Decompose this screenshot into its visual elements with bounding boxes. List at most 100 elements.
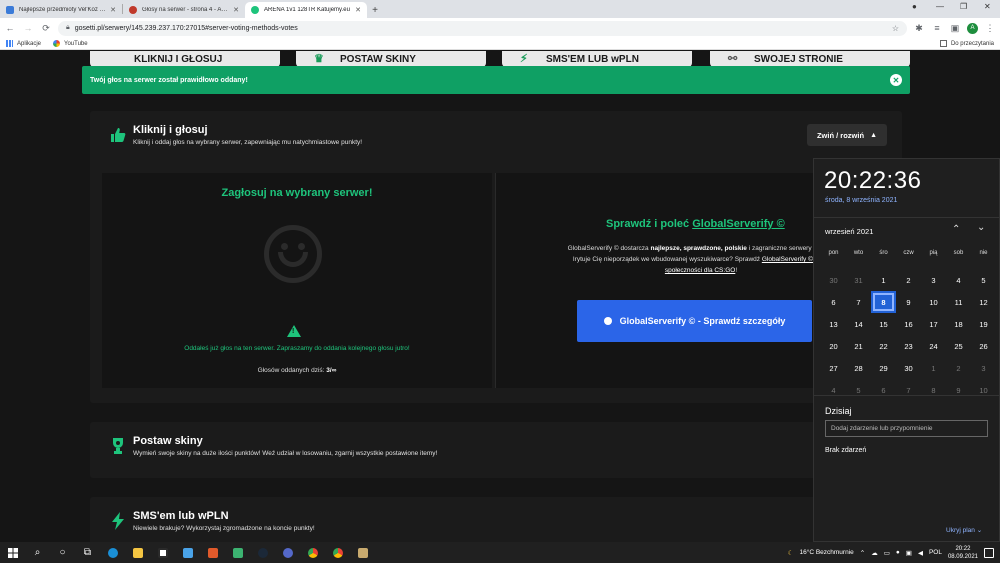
calendar-day[interactable]: 4	[821, 379, 846, 401]
tab-close-icon[interactable]: ✕	[233, 6, 239, 14]
calendar-day[interactable]: 30	[821, 269, 846, 291]
calendar-day[interactable]: 7	[896, 379, 921, 401]
calendar-day[interactable]: 9	[896, 291, 921, 313]
back-icon[interactable]: ←	[4, 22, 16, 34]
extensions-icon[interactable]: ✱	[913, 22, 925, 34]
gs-details-button[interactable]: GlobalServerify © - Sprawdź szczegóły	[577, 300, 812, 342]
gs-heading-link[interactable]: GlobalServerify ©	[692, 218, 784, 230]
chrome-icon[interactable]	[325, 542, 350, 563]
calendar-day[interactable]: 10	[921, 291, 946, 313]
cloud-icon[interactable]: ☁︎	[871, 549, 878, 557]
tab-close-icon[interactable]: ✕	[355, 6, 361, 14]
calendar-day[interactable]: 12	[971, 291, 996, 313]
bookmark-apps[interactable]: Aplikacje	[6, 40, 41, 47]
calendar-day[interactable]: 6	[821, 291, 846, 313]
card-click-vote[interactable]: KLIKNIJ I GŁOSUJ	[90, 51, 280, 67]
card-own-site[interactable]: ⚯ SWOJEJ STRONIE	[710, 51, 910, 67]
steam-icon[interactable]	[250, 542, 275, 563]
forward-icon[interactable]: →	[22, 22, 34, 34]
calendar-day[interactable]: 5	[846, 379, 871, 401]
weather-text[interactable]: 16°C Bezchmurnie	[799, 549, 853, 556]
calendar-day[interactable]: 26	[971, 335, 996, 357]
calendar-day[interactable]: 10	[971, 379, 996, 401]
calendar-day[interactable]: 19	[971, 313, 996, 335]
collapse-toggle-button[interactable]: Zwiń / rozwiń ▲	[806, 124, 887, 146]
browser-tab-2[interactable]: Głosy na serwer - strona 4 - Adm ✕	[123, 2, 245, 18]
lock-icon[interactable]: 🔒︎	[66, 24, 70, 32]
tab-search-icon[interactable]: ●	[912, 2, 917, 11]
chrome-icon[interactable]	[300, 542, 325, 563]
calendar-day[interactable]: 1	[871, 269, 896, 291]
volume-icon[interactable]: ◀	[918, 549, 923, 557]
menu-kebab-icon[interactable]: ⋮	[984, 22, 996, 34]
calendar-day[interactable]: 17	[921, 313, 946, 335]
tab-close-icon[interactable]: ✕	[110, 6, 116, 14]
calendar-day[interactable]: 20	[821, 335, 846, 357]
window-close-icon[interactable]: ✕	[984, 2, 991, 11]
league-icon[interactable]	[350, 542, 375, 563]
calendar-day[interactable]: 30	[896, 357, 921, 379]
calendar-day[interactable]: 18	[946, 313, 971, 335]
cortana-icon[interactable]: ○	[50, 542, 75, 563]
calendar-day[interactable]: 15	[871, 313, 896, 335]
reload-icon[interactable]: ⟳	[40, 22, 52, 34]
bookmark-star-icon[interactable]: ☆	[892, 24, 899, 33]
profile-avatar[interactable]: A	[967, 22, 978, 34]
browser-tab-3-active[interactable]: ARENA 1v1 128TR Katujemy.eu ✕	[245, 2, 367, 18]
alert-close-icon[interactable]: ✕	[890, 74, 902, 86]
task-view-icon[interactable]: ⧉	[75, 542, 100, 563]
maximize-icon[interactable]: ❐	[960, 2, 967, 11]
card-skins[interactable]: ♛ POSTAW SKINY	[296, 51, 486, 67]
calendar-day[interactable]: 13	[821, 313, 846, 335]
calendar-day[interactable]: 24	[921, 335, 946, 357]
moon-weather-icon[interactable]: ☾	[788, 549, 794, 557]
calendar-day[interactable]: 29	[871, 357, 896, 379]
chevron-up-icon[interactable]: ⌃	[860, 549, 865, 557]
calendar-day[interactable]: 2	[896, 269, 921, 291]
month-label[interactable]: wrzesień 2021	[825, 227, 873, 236]
gs-inline-link[interactable]: społeczności dla CS:GO	[665, 267, 735, 274]
calendar-day[interactable]: 4	[946, 269, 971, 291]
app-icon[interactable]	[275, 542, 300, 563]
calendar-day[interactable]: 27	[821, 357, 846, 379]
address-bar[interactable]: 🔒︎ gosetti.pl/serwery/145.239.237.170:27…	[58, 20, 907, 36]
calendar-day[interactable]: 21	[846, 335, 871, 357]
chevron-down-icon[interactable]: ⌄	[977, 222, 985, 233]
language-indicator[interactable]: POL	[929, 549, 942, 556]
calendar-day[interactable]: 28	[846, 357, 871, 379]
calendar-day-today[interactable]: 8	[871, 291, 896, 313]
charts-app-icon[interactable]	[225, 542, 250, 563]
calendar-day[interactable]: 3	[921, 269, 946, 291]
file-explorer-icon[interactable]	[125, 542, 150, 563]
notification-icon[interactable]	[984, 547, 994, 558]
calendar-day[interactable]: 6	[871, 379, 896, 401]
hide-agenda-link[interactable]: Ukryj plan ⌄	[946, 526, 982, 534]
calendar-day[interactable]: 1	[921, 357, 946, 379]
calendar-day[interactable]: 3	[971, 357, 996, 379]
sidebar-icon[interactable]: ▣	[949, 22, 961, 34]
store-icon[interactable]	[150, 542, 175, 563]
calendar-day[interactable]: 14	[846, 313, 871, 335]
calendar-day[interactable]: 2	[946, 357, 971, 379]
calendar-day[interactable]: 16	[896, 313, 921, 335]
minimize-icon[interactable]: —	[936, 2, 944, 11]
office-icon[interactable]	[200, 542, 225, 563]
chevron-up-icon[interactable]: ⌃	[952, 224, 960, 235]
card-sms[interactable]: ⚡︎ SMS'EM LUB wPLN	[502, 51, 692, 67]
calendar-day[interactable]: 11	[946, 291, 971, 313]
bookmark-youtube[interactable]: YouTube	[53, 40, 88, 47]
calendar-day[interactable]: 5	[971, 269, 996, 291]
calendar-day[interactable]: 31	[846, 269, 871, 291]
taskbar-clock[interactable]: 20:22 08.09.2021	[948, 545, 978, 561]
reading-list-icon[interactable]: ≡	[931, 22, 943, 34]
calendar-day[interactable]: 25	[946, 335, 971, 357]
calendar-day[interactable]: 22	[871, 335, 896, 357]
event-input[interactable]	[825, 420, 988, 437]
calendar-day[interactable]: 9	[946, 379, 971, 401]
network-icon[interactable]: ▭	[884, 549, 890, 557]
start-windows-icon[interactable]	[0, 542, 25, 563]
date-link[interactable]: środa, 8 września 2021	[825, 197, 897, 204]
calendar-day[interactable]: 7	[846, 291, 871, 313]
new-tab-icon[interactable]: +	[367, 2, 383, 18]
search-icon[interactable]: ⌕	[25, 542, 50, 563]
